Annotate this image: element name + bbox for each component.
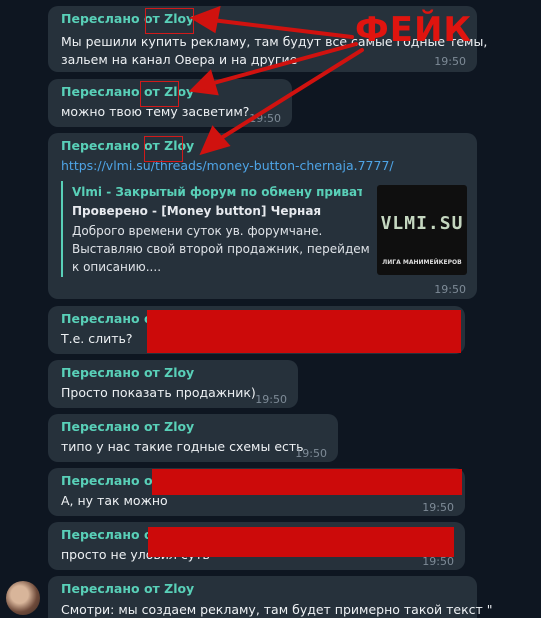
message-text: типо у нас такие годные схемы есть <box>61 439 304 454</box>
chat-area: Переслано от Zloy Мы решили купить рекла… <box>0 0 541 618</box>
forward-label[interactable]: Переслано от <box>61 527 160 542</box>
redaction-box <box>147 310 461 353</box>
preview-description: Доброго времени суток ув. форумчане. Выс… <box>72 224 370 274</box>
message-text: Т.е. слить? <box>61 331 133 346</box>
forward-label[interactable]: Переслано от Zloy <box>61 365 194 380</box>
preview-logo-text: VLMI.SU <box>380 213 464 234</box>
preview-title: Проверено - [Money button] Черная <box>72 204 322 218</box>
message-text: зальем на канал Овера и на другие <box>61 52 298 67</box>
fake-label: ФЕЙК <box>355 10 473 50</box>
preview-logo-subtitle: ЛИГА МАНИМЕЙКЕРОВ <box>382 259 462 266</box>
forward-label[interactable]: Переслано от <box>61 311 160 326</box>
message-link[interactable]: https://vlmi.su/threads/money-button-che… <box>61 158 394 173</box>
preview-site-name: Vlmi - Закрытый форум по обмену приватн.… <box>72 185 362 199</box>
link-preview[interactable]: Vlmi - Закрытый форум по обмену приватн.… <box>61 181 468 277</box>
forward-label[interactable]: Переслано от <box>61 473 160 488</box>
message-bubble[interactable]: Переслано от Zloy Просто показать продаж… <box>48 360 298 408</box>
message-bubble[interactable]: Переслано от Zloy типо у нас такие годны… <box>48 414 338 462</box>
forward-label[interactable]: Переслано от Zloy <box>61 581 194 596</box>
redaction-box <box>152 469 462 495</box>
highlight-box <box>144 136 183 162</box>
message-time: 19:50 <box>255 393 287 406</box>
message-time: 19:50 <box>434 55 466 68</box>
message-text: Смотри: мы создаем рекламу, там будет пр… <box>61 602 493 617</box>
message-text: Просто показать продажник) <box>61 385 256 400</box>
message-text: А, ну так можно <box>61 493 168 508</box>
message-bubble[interactable]: Переслано от Zloy Смотри: мы создаем рек… <box>48 576 493 618</box>
preview-image: VLMI.SU ЛИГА МАНИМЕЙКЕРОВ <box>377 185 467 275</box>
redaction-box <box>148 527 454 557</box>
message-bubble[interactable]: Переслано от Zloy https://vlmi.su/thread… <box>48 133 477 299</box>
highlight-box <box>145 8 194 34</box>
message-time: 19:50 <box>434 283 466 296</box>
forward-label[interactable]: Переслано от Zloy <box>61 419 194 434</box>
message-time: 19:50 <box>422 501 454 514</box>
message-time: 19:50 <box>295 447 327 460</box>
message-time: 19:50 <box>249 112 281 125</box>
highlight-box <box>140 81 179 107</box>
avatar[interactable] <box>6 581 40 615</box>
